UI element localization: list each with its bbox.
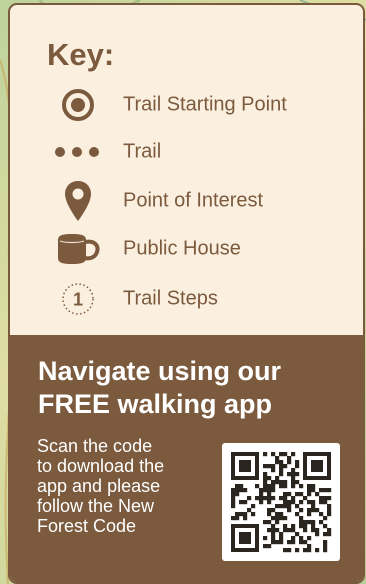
trail-step-icon: 1 (53, 279, 103, 319)
key-title: Key: (47, 37, 115, 72)
key-item-public-house: Public House (10, 229, 363, 269)
app-instructions-line: to download the (37, 456, 165, 476)
key-label: Trail Steps (123, 287, 218, 310)
app-instructions: Scan the code to download the app and pl… (37, 436, 217, 536)
app-instructions-line: Scan the code (37, 436, 153, 456)
key-label: Point of Interest (123, 189, 264, 212)
app-instructions-line: Forest Code (37, 516, 137, 536)
qr-code-icon[interactable] (222, 443, 340, 561)
app-instructions-line: app and please (37, 476, 161, 496)
app-heading-line: FREE walking app (38, 389, 273, 419)
map-key-panel: Key: Trail Starting Point Trail Point of… (8, 3, 365, 584)
key-label: Trail Starting Point (123, 93, 287, 116)
key-item-trail-steps: 1 Trail Steps (10, 279, 363, 319)
app-instructions-line: follow the New (37, 496, 155, 516)
key-item-point-of-interest: Point of Interest (10, 179, 363, 223)
trail-dots-icon (53, 132, 103, 172)
key-label: Public House (123, 237, 241, 260)
map-pin-icon (53, 179, 103, 223)
key-item-trail: Trail (10, 132, 363, 172)
key-label: Trail (123, 140, 162, 163)
key-item-trail-start: Trail Starting Point (10, 85, 363, 125)
mug-icon (53, 229, 103, 269)
app-promo-section: Navigate using our FREE walking app Scan… (10, 335, 363, 582)
app-heading-line: Navigate using our (38, 356, 282, 386)
app-heading: Navigate using our FREE walking app (38, 355, 358, 421)
trail-start-icon (53, 85, 103, 125)
trail-step-number: 1 (73, 290, 83, 310)
